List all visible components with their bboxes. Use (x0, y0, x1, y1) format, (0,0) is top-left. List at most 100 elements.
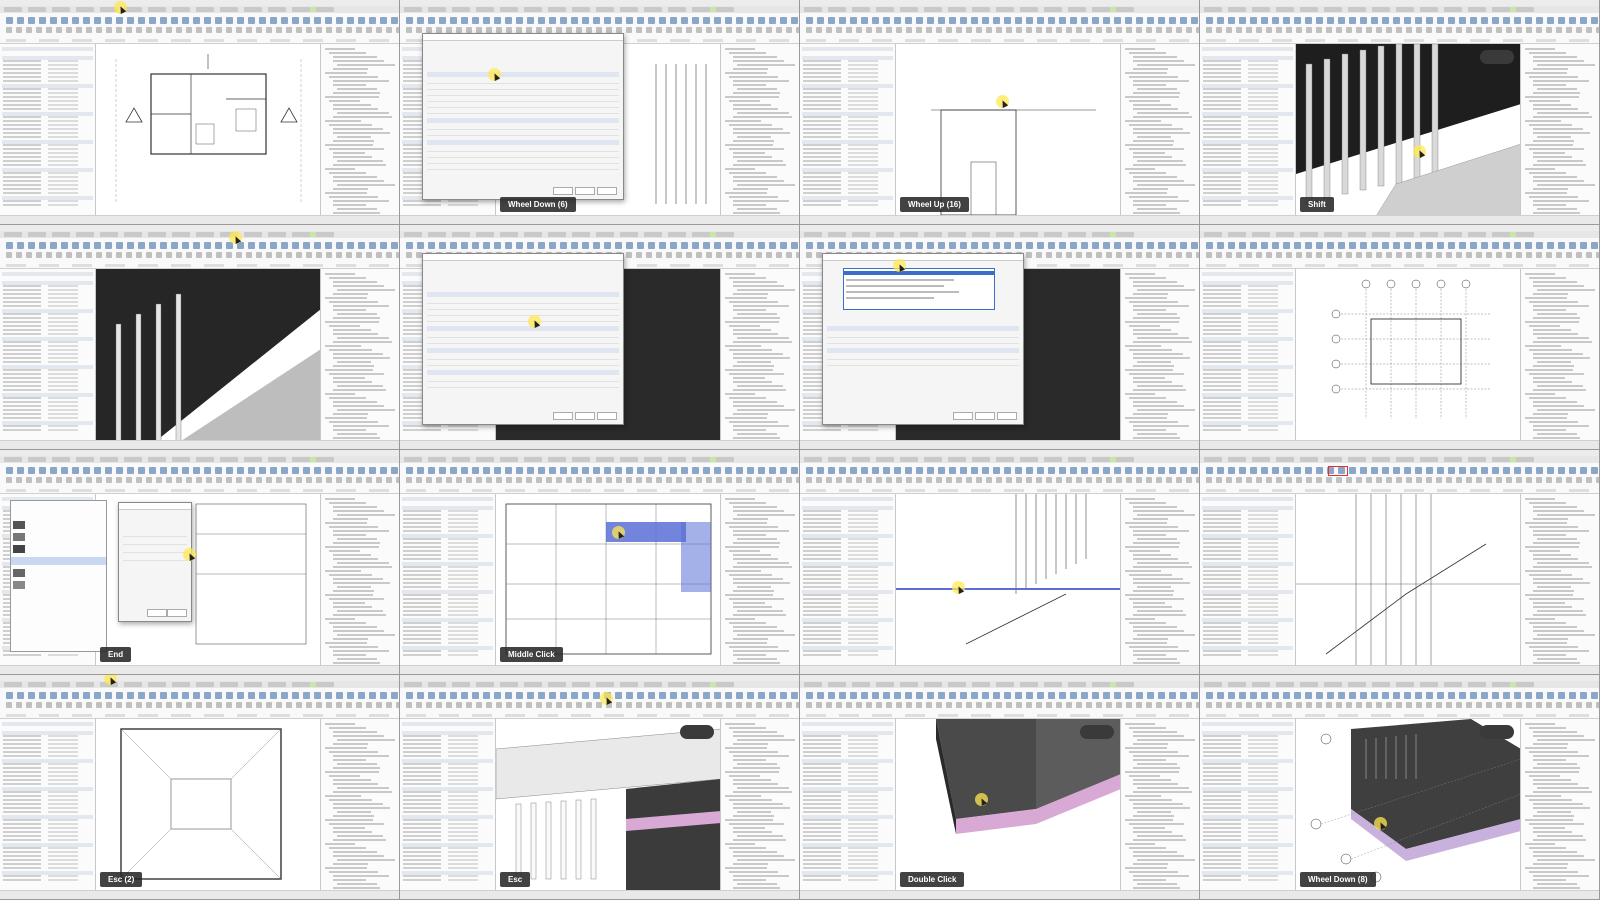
ribbon-tool-icon[interactable] (1136, 692, 1143, 699)
browser-tree-item[interactable] (329, 373, 384, 375)
ribbon-small-icon[interactable] (1296, 477, 1302, 483)
ribbon-small-icon[interactable] (1156, 27, 1162, 33)
ribbon-tool-icon[interactable] (1169, 692, 1176, 699)
ribbon-tool-icon[interactable] (894, 242, 901, 249)
browser-tree-item[interactable] (737, 787, 789, 789)
ribbon-tool-icon[interactable] (160, 242, 167, 249)
browser-tree-item[interactable] (1137, 361, 1171, 363)
property-row[interactable] (3, 823, 92, 826)
ribbon-small-icon[interactable] (1306, 702, 1312, 708)
ribbon-small-icon[interactable] (856, 27, 862, 33)
property-row[interactable] (1203, 847, 1292, 850)
browser-tree-item[interactable] (729, 775, 760, 777)
browser-tree-item[interactable] (337, 562, 389, 564)
browser-tree-item[interactable] (1133, 803, 1183, 805)
ribbon-tab[interactable] (948, 7, 966, 12)
project-browser[interactable] (1520, 44, 1599, 215)
ribbon-small-icon[interactable] (1286, 27, 1292, 33)
ribbon-small-icon[interactable] (426, 702, 432, 708)
property-row[interactable] (803, 847, 892, 850)
ribbon-small-icon[interactable] (656, 27, 662, 33)
ribbon-tab[interactable] (4, 232, 22, 237)
ribbon-small-icon[interactable] (1026, 252, 1032, 258)
ribbon-small-icon[interactable] (1316, 702, 1322, 708)
properties-panel[interactable] (800, 44, 896, 215)
ribbon-tool-icon[interactable] (1426, 242, 1433, 249)
ribbon-tab[interactable] (1252, 232, 1270, 237)
ribbon-small-icon[interactable] (266, 477, 272, 483)
ribbon-tool-icon[interactable] (1037, 242, 1044, 249)
property-row[interactable] (1203, 180, 1292, 183)
ribbon-tool-icon[interactable] (1180, 692, 1187, 699)
browser-tree-item[interactable] (733, 530, 789, 532)
ribbon-small-icon[interactable] (766, 27, 772, 33)
browser-tree-item[interactable] (1533, 803, 1583, 805)
browser-tree-item[interactable] (329, 100, 360, 102)
property-row[interactable] (1203, 369, 1292, 372)
property-row[interactable] (3, 739, 92, 742)
ribbon-tool-icon[interactable] (516, 242, 523, 249)
browser-tree-item[interactable] (1533, 60, 1584, 62)
ribbon-tab[interactable] (804, 457, 822, 462)
ribbon-tool-icon[interactable] (182, 692, 189, 699)
ribbon-tab[interactable] (828, 232, 846, 237)
ribbon-tool-icon[interactable] (1437, 17, 1444, 24)
browser-tree-item[interactable] (733, 317, 780, 319)
browser-tree-item[interactable] (729, 301, 778, 303)
browser-tree-item[interactable] (1125, 747, 1167, 749)
browser-tree-item[interactable] (1537, 883, 1577, 885)
ribbon-small-icon[interactable] (1186, 702, 1192, 708)
ribbon-small-icon[interactable] (936, 477, 942, 483)
ribbon-tool-icon[interactable] (916, 242, 923, 249)
browser-tree-item[interactable] (729, 646, 778, 648)
ribbon-tool-icon[interactable] (806, 242, 813, 249)
ribbon-small-icon[interactable] (846, 702, 852, 708)
browser-tree-item[interactable] (333, 582, 390, 584)
ribbon-tool-icon[interactable] (1114, 242, 1121, 249)
ribbon-tab[interactable] (428, 457, 446, 462)
browser-tree-item[interactable] (733, 783, 778, 785)
ribbon-small-icon[interactable] (346, 27, 352, 33)
browser-tree-item[interactable] (1529, 574, 1572, 576)
ribbon-small-icon[interactable] (636, 27, 642, 33)
ribbon-small-icon[interactable] (246, 27, 252, 33)
browser-tree-item[interactable] (1133, 381, 1172, 383)
ribbon-tool-icon[interactable] (1448, 467, 1455, 474)
ribbon-tab[interactable] (620, 682, 638, 687)
ribbon-small-icon[interactable] (1486, 252, 1492, 258)
browser-tree-item[interactable] (333, 68, 368, 70)
browser-tree-item[interactable] (1137, 64, 1195, 66)
ribbon-tool-icon[interactable] (1338, 692, 1345, 699)
ribbon-small-icon[interactable] (96, 27, 102, 33)
ribbon-small-icon[interactable] (706, 702, 712, 708)
ribbon-tool-icon[interactable] (1136, 17, 1143, 24)
ribbon-tab[interactable] (1252, 682, 1270, 687)
ribbon-tab[interactable] (716, 682, 734, 687)
browser-tree-item[interactable] (1129, 775, 1160, 777)
property-row[interactable] (1203, 200, 1292, 203)
ribbon-tool-icon[interactable] (571, 17, 578, 24)
ribbon-small-icon[interactable] (706, 27, 712, 33)
property-row[interactable] (3, 341, 92, 344)
browser-tree-item[interactable] (1133, 413, 1168, 415)
browser-tree-item[interactable] (337, 586, 371, 588)
property-row[interactable] (403, 638, 492, 641)
ribbon-small-icon[interactable] (896, 27, 902, 33)
property-row[interactable] (403, 634, 492, 637)
ribbon-tool-icon[interactable] (50, 692, 57, 699)
ribbon-tool-icon[interactable] (703, 242, 710, 249)
ribbon-tool-icon[interactable] (1158, 17, 1165, 24)
ribbon-small-icon[interactable] (166, 477, 172, 483)
property-row[interactable] (1203, 538, 1292, 541)
ribbon-small-icon[interactable] (1406, 702, 1412, 708)
ribbon-small-icon[interactable] (1366, 252, 1372, 258)
ribbon-tool-icon[interactable] (1393, 467, 1400, 474)
browser-tree-item[interactable] (1125, 522, 1167, 524)
ribbon-tool-icon[interactable] (1470, 467, 1477, 474)
property-row[interactable] (403, 795, 492, 798)
properties-panel[interactable] (1200, 494, 1296, 665)
browser-tree-item[interactable] (333, 80, 389, 82)
ribbon-tab[interactable] (28, 457, 46, 462)
ribbon-tab[interactable] (1492, 7, 1510, 12)
ribbon-tool-icon[interactable] (538, 467, 545, 474)
